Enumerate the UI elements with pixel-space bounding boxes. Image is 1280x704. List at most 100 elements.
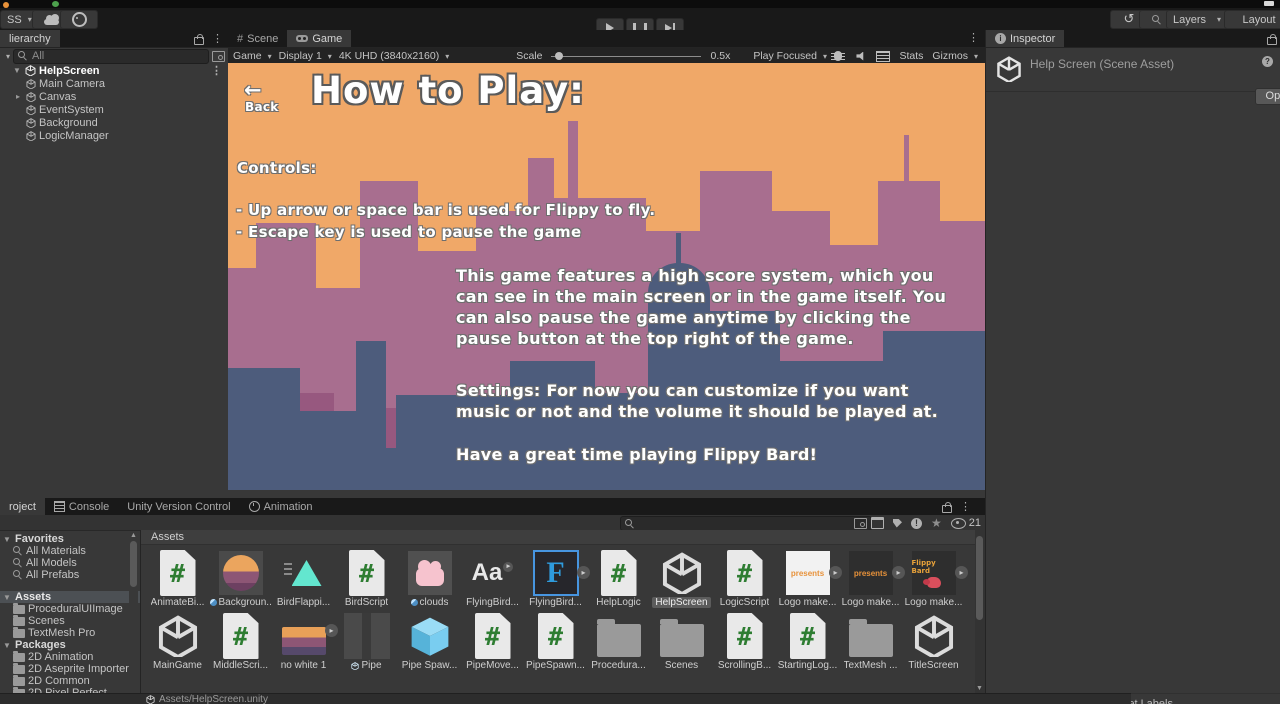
grid-scrollbar[interactable]: ▼ — [975, 530, 985, 693]
asset-item[interactable]: TextMesh ... — [839, 612, 902, 671]
services-button[interactable] — [60, 10, 98, 29]
hierarchy-item-canvas[interactable]: ▸ Canvas — [0, 90, 228, 103]
expander-icon[interactable]: ▸ — [13, 92, 23, 101]
asset-item[interactable]: ▸ no white 1 — [272, 612, 335, 671]
tree-item-all-materials[interactable]: All Materials — [0, 545, 140, 557]
hierarchy-item-eventsystem[interactable]: EventSystem — [0, 103, 228, 116]
tab-animation[interactable]: Animation — [240, 498, 322, 515]
asset-item[interactable]: clouds — [398, 549, 461, 608]
tab-project[interactable]: roject — [0, 498, 45, 515]
lock-icon[interactable] — [942, 505, 952, 513]
asset-item[interactable]: # StartingLog... — [776, 612, 839, 671]
asset-item[interactable]: presents ▸ Logo make... — [776, 549, 839, 608]
hierarchy-item-background[interactable]: Background — [0, 116, 228, 129]
expander-icon[interactable]: ▼ — [2, 593, 12, 602]
hierarchy-root-helpscreen[interactable]: ▼ HelpScreen ⋮ — [0, 64, 228, 77]
kebab-menu-icon[interactable]: ⋮ — [211, 66, 228, 76]
gizmos-dropdown[interactable]: Gizmos ▾ — [932, 50, 978, 62]
importance-icon[interactable]: ! — [911, 518, 922, 529]
asset-item[interactable]: Pipe Spaw... — [398, 612, 461, 671]
tab-console[interactable]: Console — [45, 498, 118, 515]
expander-icon[interactable]: ▼ — [12, 66, 22, 75]
tree-item-all-models[interactable]: All Models — [0, 557, 140, 569]
asset-item[interactable]: presents ▸ Logo make... — [839, 549, 902, 608]
asset-item[interactable]: Flippy Bard ▸ Logo make... — [902, 549, 965, 608]
resolution-dropdown[interactable]: 4K UHD (3840x2160) ▾ — [339, 50, 449, 62]
tree-item-scenes[interactable]: Scenes — [0, 615, 140, 627]
mute-audio-icon[interactable] — [856, 52, 867, 61]
packages-visibility-icon[interactable] — [871, 517, 884, 529]
tree-item-textmesh-pro[interactable]: TextMesh Pro — [0, 627, 140, 639]
asset-item[interactable]: Scenes — [650, 612, 713, 671]
tab-game[interactable]: Game — [287, 30, 351, 47]
scrollbar-thumb[interactable] — [130, 541, 137, 587]
tree-item-assets[interactable]: ▼ Assets — [0, 591, 140, 603]
hierarchy-item-main-camera[interactable]: Main Camera — [0, 77, 228, 90]
kebab-menu-icon[interactable]: ⋮ — [960, 502, 971, 512]
asset-item[interactable]: Backgroun... — [209, 549, 272, 608]
scroll-down-icon[interactable]: ▼ — [975, 685, 984, 692]
label-tag-icon[interactable] — [893, 519, 902, 528]
back-button[interactable]: Back — [245, 100, 279, 114]
project-search-input[interactable] — [620, 516, 872, 531]
hierarchy-search-input[interactable]: All — [13, 49, 209, 64]
open-scene-button[interactable]: Open — [1255, 88, 1280, 105]
tab-scene[interactable]: # Scene — [228, 30, 287, 47]
asset-item[interactable]: # MiddleScri... — [209, 612, 272, 671]
bug-icon[interactable] — [834, 51, 842, 61]
display-target-dropdown[interactable]: Game ▾ — [233, 50, 272, 62]
tree-item-proceduraluiimage[interactable]: ProceduralUIImage — [0, 603, 140, 615]
expander-icon[interactable]: ▼ — [2, 641, 12, 650]
expander-icon[interactable]: ▼ — [2, 535, 12, 544]
tree-item-2d-common[interactable]: 2D Common — [0, 675, 140, 687]
asset-item[interactable]: # PipeMove... — [461, 612, 524, 671]
focus-mode-dropdown[interactable]: Play Focused ▾ — [753, 50, 827, 62]
asset-item[interactable]: MainGame — [146, 612, 209, 671]
asset-item[interactable]: BirdFlappi... — [272, 549, 335, 608]
visibility-toggle[interactable]: 21 — [951, 517, 981, 529]
tab-inspector[interactable]: i Inspector — [986, 30, 1064, 47]
favorites-star-icon[interactable]: ★ — [931, 516, 942, 530]
stats-toggle[interactable]: Stats — [899, 50, 923, 62]
asset-item[interactable]: # LogicScript — [713, 549, 776, 608]
expand-subassets-icon[interactable]: ▸ — [955, 566, 968, 579]
back-arrow-icon[interactable]: ← — [244, 78, 262, 102]
scrollbar-thumb[interactable] — [976, 536, 983, 620]
display-dropdown[interactable]: Display 1 ▾ — [279, 50, 332, 62]
asset-item-selected[interactable]: F ▸ FlyingBird... — [524, 549, 587, 608]
asset-item[interactable]: # AnimateBi... — [146, 549, 209, 608]
tree-scrollbar[interactable]: ▲ — [129, 532, 138, 690]
favorites-header[interactable]: ▼ Favorites — [0, 533, 140, 545]
vsync-grid-icon[interactable] — [876, 51, 890, 62]
asset-item[interactable]: # BirdScript — [335, 549, 398, 608]
asset-item[interactable]: # HelpLogic — [587, 549, 650, 608]
kebab-menu-icon[interactable]: ⋮ — [212, 34, 223, 44]
scale-slider-knob[interactable] — [555, 52, 563, 60]
asset-item[interactable]: TitleScreen — [902, 612, 965, 671]
tree-item-2d-animation[interactable]: 2D Animation — [0, 651, 140, 663]
lock-icon[interactable] — [194, 37, 204, 45]
hierarchy-item-logicmanager[interactable]: LogicManager — [0, 129, 228, 142]
expand-subassets-icon[interactable]: ▸ — [503, 562, 513, 572]
asset-item[interactable]: Aa▸ FlyingBird... — [461, 549, 524, 608]
tab-hierarchy[interactable]: lierarchy — [0, 30, 60, 47]
asset-item-selected[interactable]: HelpScreen — [650, 549, 713, 608]
search-window-icon[interactable] — [854, 518, 867, 529]
asset-grid-header[interactable]: Assets — [141, 530, 985, 545]
tab-unity-version-control[interactable]: Unity Version Control — [118, 498, 239, 515]
lock-icon[interactable] — [1267, 37, 1277, 45]
packages-header[interactable]: ▼ Packages — [0, 639, 140, 651]
tree-item-2d-aseprite-importer[interactable]: 2D Aseprite Importer — [0, 663, 140, 675]
asset-item[interactable]: Pipe — [335, 612, 398, 671]
layout-dropdown[interactable]: Layout — [1224, 10, 1280, 29]
layers-dropdown[interactable]: Layers ▾ — [1166, 10, 1228, 29]
kebab-menu-icon[interactable]: ⋮ — [968, 30, 985, 47]
asset-item[interactable]: Procedura... — [587, 612, 650, 671]
help-icon[interactable]: ? — [1262, 56, 1273, 67]
search-window-icon[interactable] — [212, 51, 225, 62]
asset-item[interactable]: # PipeSpawn... — [524, 612, 587, 671]
asset-item[interactable]: # ScrollingB... — [713, 612, 776, 671]
scroll-up-icon[interactable]: ▲ — [129, 532, 138, 539]
tree-item-all-prefabs[interactable]: All Prefabs — [0, 569, 140, 581]
search-filter-chevron-icon[interactable]: ▾ — [6, 52, 10, 61]
